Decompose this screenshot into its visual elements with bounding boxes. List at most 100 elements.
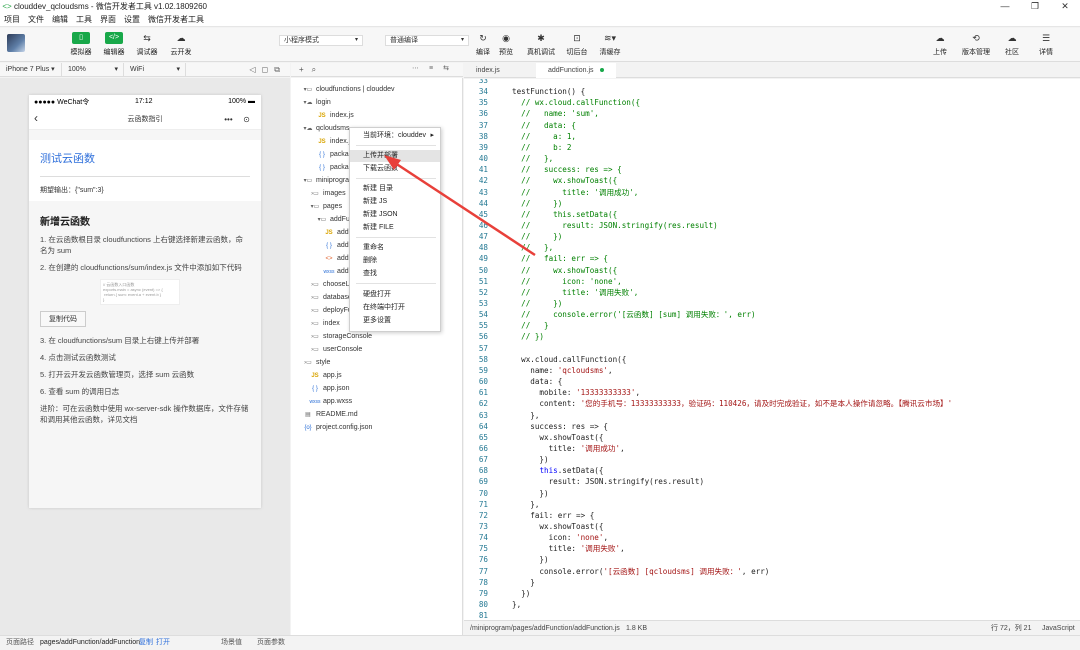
code-line[interactable]: // }) <box>512 231 562 242</box>
tree-item[interactable]: JS index.js <box>316 110 353 122</box>
upload-button[interactable]: ☁ 上传 <box>924 32 956 57</box>
code-line[interactable]: success: res => { <box>512 421 608 432</box>
maximize-button[interactable]: ❐ <box>1020 0 1050 13</box>
menu-item-download[interactable]: 下载云函数 <box>350 163 440 175</box>
avatar[interactable] <box>7 34 25 52</box>
language-mode[interactable]: JavaScript <box>1042 621 1075 636</box>
menu-view[interactable]: 界面 <box>100 14 116 25</box>
code-editor[interactable]: 33 34 35 36 37 38 39 40 41 42 43 44 45 46 47 48 49 50 51 52… <box>464 79 1080 620</box>
code-line[interactable]: name: 'qcloudsms', <box>512 365 612 376</box>
code-line[interactable]: }) <box>512 554 548 565</box>
code-line[interactable]: // title: '调用失败', <box>512 287 638 298</box>
editor-button[interactable]: </> 编辑器 <box>98 32 130 57</box>
simulator-tool-icons[interactable]: ◁◻⧉ <box>249 63 286 77</box>
preview-button[interactable]: ◉ 预览 <box>490 32 522 57</box>
menu-item-new-json[interactable]: 新建 JSON <box>350 209 440 221</box>
cursor-position[interactable]: 行 72，列 21 <box>991 621 1031 636</box>
code-line[interactable]: }, <box>512 499 539 510</box>
tree-item[interactable]: {o} project.config.json <box>302 422 372 434</box>
code-line[interactable]: // wx.cloud.callFunction({ <box>512 97 640 108</box>
code-line[interactable]: // result: JSON.stringify(res.result) <box>512 220 718 231</box>
tree-item[interactable]: wxss app.wxss <box>309 396 352 408</box>
code-line[interactable]: console.error('[云函数] [qcloudsms] 调用失败：',… <box>512 566 769 577</box>
add-icon[interactable]: + <box>299 65 304 74</box>
menu-item-delete[interactable]: 删除 <box>350 255 440 267</box>
code-line[interactable]: // }) <box>512 198 562 209</box>
copy-code-button[interactable]: 复制代码 <box>40 311 86 327</box>
tree-item[interactable]: ▾☁ login <box>302 97 330 109</box>
code-line[interactable]: icon: 'none', <box>512 532 608 543</box>
copy-path-link[interactable]: 复制 <box>139 636 153 650</box>
tab-addfunction-js[interactable]: addFunction.js <box>536 63 616 78</box>
menu-item-find[interactable]: 查找 <box>350 268 440 280</box>
open-path-link[interactable]: 打开 <box>156 636 170 650</box>
code-line[interactable]: // }) <box>512 331 544 342</box>
menu-item-more-settings[interactable]: 更多设置 <box>350 315 440 327</box>
mode-select[interactable]: 小程序模式 ▾ <box>279 35 363 46</box>
code-line[interactable]: wx.cloud.callFunction({ <box>512 354 626 365</box>
network-select[interactable]: WiFi ▾ <box>124 62 186 77</box>
simulator-button[interactable]: ▯ 模拟器 <box>65 32 97 57</box>
explorer-action-icons[interactable]: ⋯≡⇆ <box>412 64 459 72</box>
tree-item[interactable]: JS app.js <box>309 370 341 382</box>
close-button[interactable]: ✕ <box>1050 0 1080 13</box>
code-line[interactable]: }) <box>512 488 548 499</box>
menu-item-open-disk[interactable]: 硬盘打开 <box>350 289 440 301</box>
code-line[interactable]: }, <box>512 599 521 610</box>
menu-devtools[interactable]: 微信开发者工具 <box>148 14 204 25</box>
code-line[interactable]: }) <box>512 454 548 465</box>
code-line[interactable]: }, <box>512 410 539 421</box>
code-line[interactable]: data: { <box>512 376 562 387</box>
search-icon[interactable]: ⌕ <box>312 65 316 75</box>
tree-item[interactable]: ›▭ index <box>309 318 340 330</box>
menu-item-new-js[interactable]: 新建 JS <box>350 196 440 208</box>
code-line[interactable]: // wx.showToast({ <box>512 265 617 276</box>
code-line[interactable]: mobile: '13333333333', <box>512 387 640 398</box>
device-select[interactable]: iPhone 7 Plus ▾ <box>0 62 62 77</box>
tree-item[interactable]: ▾▭ miniprogram <box>302 175 355 187</box>
code-line[interactable]: content: '您的手机号：13333333333，验证码：110426，请… <box>512 398 952 409</box>
code-line[interactable]: this.setData({ <box>512 465 603 476</box>
code-line[interactable]: // }, <box>512 242 553 253</box>
menu-item-upload-deploy[interactable]: 上传并部署 <box>350 150 440 162</box>
tree-item[interactable]: ▾▭ cloudfunctions | clouddev <box>302 84 395 96</box>
community-button[interactable]: ☁ 社区 <box>996 32 1028 57</box>
code-line[interactable]: }) <box>512 588 530 599</box>
code-line[interactable]: title: '调用失败', <box>512 543 625 554</box>
menu-edit[interactable]: 编辑 <box>52 14 68 25</box>
code-line[interactable]: // console.error('[云函数] [sum] 调用失败：', er… <box>512 309 755 320</box>
code-line[interactable]: // b: 2 <box>512 142 571 153</box>
code-line[interactable]: wx.showToast({ <box>512 432 603 443</box>
code-line[interactable]: // } <box>512 320 548 331</box>
more-icon[interactable]: ••• <box>224 115 232 124</box>
menu-settings[interactable]: 设置 <box>124 14 140 25</box>
tree-item[interactable]: ›▭ userConsole <box>309 344 362 356</box>
test-function-title[interactable]: 测试云函数 <box>40 150 250 177</box>
code-line[interactable]: // a: 1, <box>512 131 576 142</box>
code-line[interactable]: // icon: 'none', <box>512 276 622 287</box>
menu-item-env[interactable]: 当前环境：clouddev ▸ <box>350 130 440 142</box>
tree-item[interactable]: ›▭ images <box>309 188 345 200</box>
menu-item-open-terminal[interactable]: 在终端中打开 <box>350 302 440 314</box>
code-line[interactable]: // }, <box>512 153 553 164</box>
cloud-dev-button[interactable]: ☁ 云开发 <box>165 32 197 57</box>
zoom-select[interactable]: 100% ▾ <box>62 62 124 77</box>
version-button[interactable]: ⟲ 版本管理 <box>960 32 992 57</box>
code-line[interactable]: // title: '调用成功', <box>512 187 638 198</box>
code-line[interactable]: // success: res => { <box>512 164 622 175</box>
code-line[interactable]: fail: err => { <box>512 510 594 521</box>
scene-value[interactable]: 场景值 <box>221 636 242 650</box>
code-line[interactable]: // data: { <box>512 120 576 131</box>
details-button[interactable]: ☰ 详情 <box>1030 32 1062 57</box>
code-line[interactable]: result: JSON.stringify(res.result) <box>512 476 704 487</box>
menu-tools[interactable]: 工具 <box>76 14 92 25</box>
tree-item[interactable]: ▤ README.md <box>302 409 357 421</box>
code-line[interactable]: testFunction() { <box>512 86 585 97</box>
code-line[interactable]: title: '调用成功', <box>512 443 625 454</box>
code-line[interactable]: // wx.showToast({ <box>512 175 617 186</box>
code-line[interactable]: // fail: err => { <box>512 253 608 264</box>
menu-item-new-file[interactable]: 新建 FILE <box>350 222 440 234</box>
tab-index-js[interactable]: index.js <box>464 63 512 78</box>
tree-item[interactable]: ▾☁ qcloudsms <box>302 123 349 135</box>
compile-select[interactable]: 普通编译 ▾ <box>385 35 469 46</box>
